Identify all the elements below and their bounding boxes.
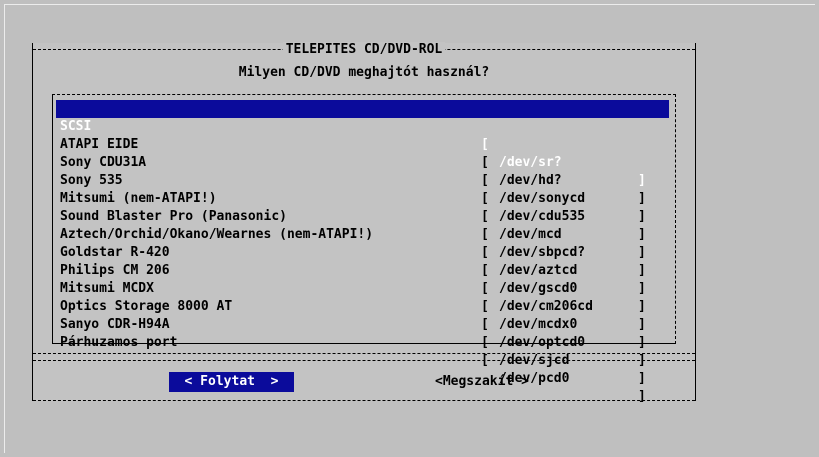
- list-item-selected[interactable]: SCSI [ /dev/sr? ]: [56, 100, 669, 188]
- dialog-title-text: TELEPITES CD/DVD-ROL: [282, 42, 446, 57]
- drive-list[interactable]: SCSI [ /dev/sr? ] ATAPI EIDE [ /dev/hd? …: [56, 100, 669, 404]
- button-area-separator: [33, 360, 695, 361]
- dialog-title: TELEPITES CD/DVD-ROL: [33, 42, 695, 57]
- drive-name: Párhuzamos port: [60, 335, 178, 350]
- drive-device: /dev/sjcd: [499, 353, 570, 368]
- button-area-separator: [33, 353, 695, 354]
- list-item[interactable]: Mitsumi MCDX [ /dev/mcdx0 ]: [56, 262, 669, 350]
- cancel-button[interactable]: <Megszakít >: [435, 372, 529, 392]
- continue-button[interactable]: < Folytat >: [169, 372, 294, 392]
- list-item[interactable]: Párhuzamos port [ /dev/pcd0 ]: [56, 316, 669, 404]
- drive-list-box: SCSI [ /dev/sr? ] ATAPI EIDE [ /dev/hd? …: [52, 94, 676, 404]
- bracket-close: ]: [638, 353, 646, 368]
- list-item[interactable]: Aztech/Orchid/Okano/Wearnes (nem-ATAPI!)…: [56, 208, 669, 296]
- list-item[interactable]: Philips CM 206 [ /dev/cm206cd ]: [56, 244, 669, 332]
- dialog-question: Milyen CD/DVD meghajtót használ?: [238, 65, 490, 80]
- list-item[interactable]: Sony 535 [ /dev/cdu535 ]: [56, 154, 669, 242]
- list-item[interactable]: ATAPI EIDE [ /dev/hd? ]: [56, 118, 669, 206]
- list-item[interactable]: Sanyo CDR-H94A [ /dev/sjcd ]: [56, 298, 669, 386]
- dialog-bottom-border: [33, 400, 695, 401]
- list-item[interactable]: Sony CDU31A [ /dev/sonycd ]: [56, 136, 669, 224]
- list-item[interactable]: Goldstar R-420 [ /dev/gscd0 ]: [56, 226, 669, 314]
- bracket-open: [: [481, 335, 489, 350]
- list-item[interactable]: Sound Blaster Pro (Panasonic) [ /dev/sbp…: [56, 190, 669, 278]
- list-item[interactable]: Mitsumi (nem-ATAPI!) [ /dev/mcd ]: [56, 172, 669, 260]
- bracket-open: [: [481, 353, 489, 368]
- list-item[interactable]: Optics Storage 8000 AT [ /dev/optcd0 ]: [56, 280, 669, 368]
- bracket-close: ]: [638, 335, 646, 350]
- cdrom-select-dialog: TELEPITES CD/DVD-ROL Milyen CD/DVD megha…: [32, 42, 696, 404]
- drive-device: /dev/optcd0: [499, 335, 586, 350]
- button-bar: < Folytat > <Megszakít >: [33, 372, 695, 392]
